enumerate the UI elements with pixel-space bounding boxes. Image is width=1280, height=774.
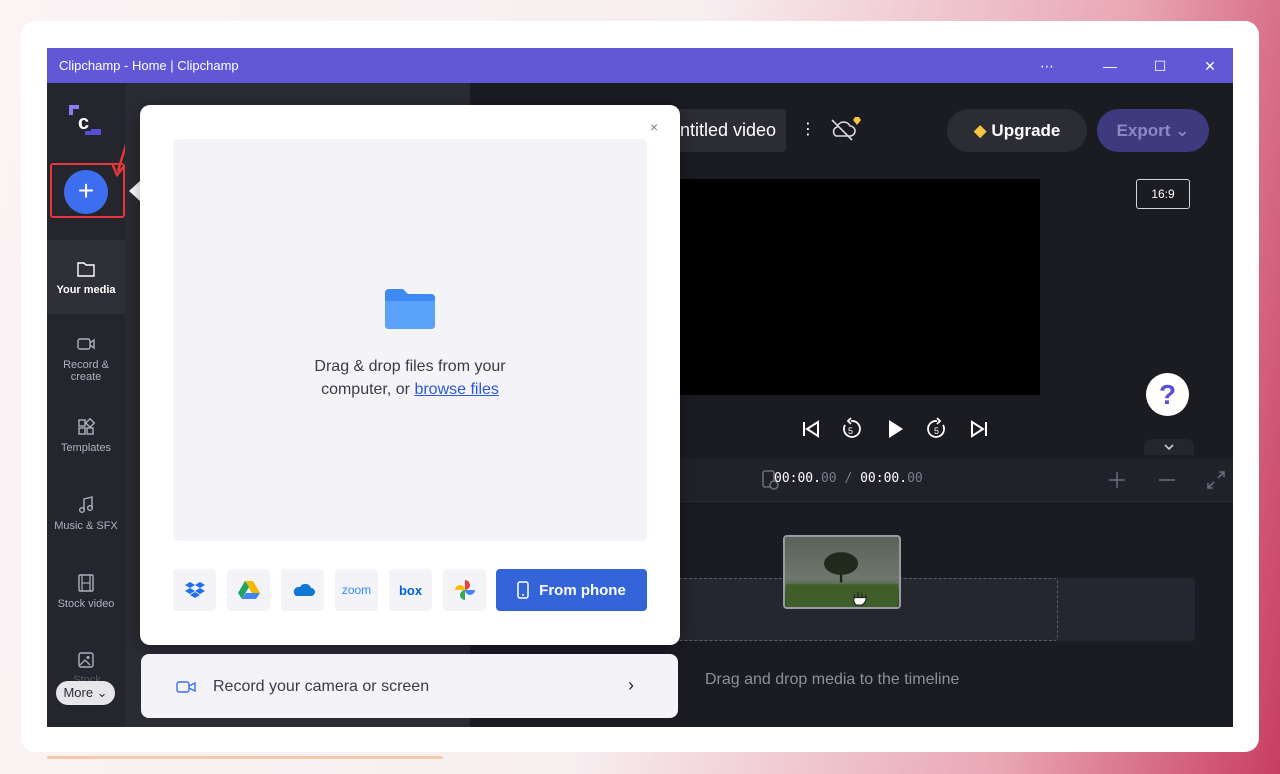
- sidebar-item-label: Stock video: [57, 598, 115, 610]
- add-media-button[interactable]: +: [64, 170, 108, 214]
- sidebar-item-label: Templates: [60, 442, 112, 454]
- minimize-button[interactable]: —: [1090, 55, 1130, 77]
- folder-icon: [77, 262, 95, 277]
- upgrade-label: Upgrade: [991, 121, 1061, 140]
- dropbox-icon: [184, 582, 205, 598]
- collapse-preview-tab[interactable]: [1144, 439, 1194, 455]
- folder-icon: [385, 289, 435, 329]
- sidebar: c + Your media Record & create Templates…: [47, 83, 131, 727]
- sidebar-item-templates[interactable]: Templates: [47, 398, 125, 472]
- window-title: Clipchamp - Home | Clipchamp: [59, 58, 239, 73]
- upgrade-button[interactable]: ◆ Upgrade: [947, 109, 1087, 152]
- chevron-down-icon: [1164, 444, 1174, 451]
- templates-icon: [78, 418, 96, 435]
- dragged-media-thumbnail[interactable]: [783, 535, 901, 609]
- close-popup-button[interactable]: ×: [650, 119, 658, 135]
- chevron-right-icon: ›: [628, 675, 634, 695]
- svg-text:c: c: [78, 112, 89, 134]
- zoom-logo: zoom: [341, 583, 372, 597]
- phone-icon: [517, 581, 529, 599]
- google-drive-button[interactable]: [227, 569, 270, 611]
- record-camera-screen-button[interactable]: Record your camera or screen ›: [141, 654, 678, 718]
- zoom-out-icon[interactable]: [1155, 468, 1179, 492]
- box-logo: box: [398, 582, 423, 598]
- onedrive-icon: [293, 583, 315, 596]
- record-label: Record your camera or screen: [213, 678, 430, 695]
- box-button[interactable]: box: [389, 569, 432, 611]
- timeline-drop-hint: Drag and drop media to the timeline: [705, 671, 960, 688]
- title-bar: Clipchamp - Home | Clipchamp ⋯ — ☐ ✕: [47, 48, 1233, 83]
- tree-thumbnail-image: [786, 552, 898, 607]
- camera-icon: [176, 681, 196, 693]
- onedrive-button[interactable]: [281, 569, 324, 611]
- timecode: 00:00.00 / 00:00.00: [774, 471, 923, 486]
- gem-icon: ◆: [973, 121, 987, 140]
- help-button[interactable]: ?: [1146, 373, 1189, 416]
- dropbox-button[interactable]: [173, 569, 216, 611]
- export-button[interactable]: Export ⌄: [1097, 109, 1209, 152]
- camera-icon: [77, 338, 95, 350]
- from-phone-label: From phone: [539, 581, 626, 599]
- from-phone-button[interactable]: From phone: [496, 569, 647, 611]
- google-photos-icon: [454, 580, 475, 600]
- sidebar-item-label: Music & SFX: [54, 520, 118, 532]
- zoom-in-icon[interactable]: [1105, 468, 1129, 492]
- play-icon[interactable]: [883, 417, 907, 441]
- more-options-icon[interactable]: ⋯: [1027, 55, 1067, 77]
- project-menu-icon[interactable]: ⋮: [800, 119, 816, 139]
- maximize-button[interactable]: ☐: [1140, 55, 1180, 77]
- skip-forward-icon[interactable]: [967, 417, 991, 441]
- more-button[interactable]: More ⌄: [56, 681, 115, 705]
- fit-timeline-icon[interactable]: [1204, 468, 1228, 492]
- zoom-button[interactable]: zoom: [335, 569, 378, 611]
- decorative-underline: [47, 756, 443, 759]
- sidebar-item-label: Record & create: [63, 359, 109, 383]
- svg-text:5: 5: [848, 426, 853, 436]
- import-media-popup: × Drag & drop files from your computer, …: [140, 105, 680, 645]
- close-button[interactable]: ✕: [1190, 55, 1230, 77]
- image-icon: [78, 652, 94, 668]
- clipchamp-logo-icon: c: [69, 105, 101, 135]
- sidebar-item-label: Your media: [56, 284, 116, 296]
- file-drop-zone[interactable]: Drag & drop files from your computer, or…: [173, 139, 647, 541]
- sidebar-item-music-sfx[interactable]: Music & SFX: [47, 476, 125, 550]
- forward-5-icon[interactable]: 5: [925, 417, 949, 441]
- drop-instructions: Drag & drop files from your computer, or…: [314, 358, 506, 398]
- sidebar-item-record-create[interactable]: Record & create: [47, 315, 125, 389]
- rewind-5-icon[interactable]: 5: [839, 417, 863, 441]
- music-icon: [79, 496, 93, 513]
- google-photos-button[interactable]: [443, 569, 486, 611]
- browse-files-link[interactable]: browse files: [414, 381, 498, 398]
- project-name[interactable]: ntitled video: [676, 109, 786, 152]
- cloud-offline-icon[interactable]: [828, 116, 862, 142]
- skip-back-icon[interactable]: [799, 417, 823, 441]
- svg-text:5: 5: [934, 426, 939, 436]
- google-drive-icon: [237, 581, 260, 599]
- sidebar-item-your-media[interactable]: Your media: [47, 240, 125, 314]
- aspect-ratio-button[interactable]: 16:9: [1136, 179, 1190, 209]
- film-icon: [78, 574, 94, 592]
- sidebar-item-stock-video[interactable]: Stock video: [47, 554, 125, 628]
